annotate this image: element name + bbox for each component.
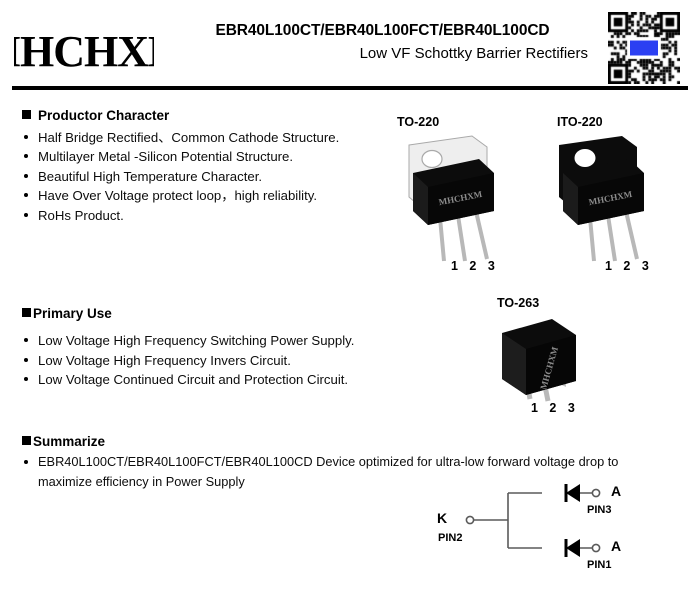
list-item: Multilayer Metal -Silicon Potential Stru… xyxy=(22,147,339,166)
circuit-label-cathode: K xyxy=(437,510,448,526)
diode-top-icon xyxy=(564,484,580,502)
list-item: RoHs Product. xyxy=(22,206,339,225)
list-item-text: Beautiful High Temperature Character. xyxy=(38,168,263,184)
bullet-square-icon xyxy=(22,436,31,445)
terminal-a-bottom-icon xyxy=(591,543,601,553)
qr-code-icon xyxy=(608,12,680,84)
character-list: Half Bridge Rectified、Common Cathode Str… xyxy=(22,128,339,225)
page-title: EBR40L100CT/EBR40L100FCT/EBR40L100CD xyxy=(215,22,550,39)
terminal-a-top-icon xyxy=(591,488,601,498)
primary-use-list: Low Voltage High Frequency Switching Pow… xyxy=(22,331,354,390)
package-label-to220: TO-220 xyxy=(397,115,440,129)
page-header: MHCHXM EBR40L100CT/EBR40L100FCT/EBR40L10… xyxy=(0,0,700,90)
list-item: Low Voltage High Frequency Switching Pow… xyxy=(22,331,354,351)
pin-numbers-to220: 1 2 3 xyxy=(451,259,499,273)
list-item: Beautiful High Temperature Character. xyxy=(22,167,339,186)
section-heading-summarize: Summarize xyxy=(22,434,105,449)
title-block: EBR40L100CT/EBR40L100FCT/EBR40L100CD Low… xyxy=(175,22,590,62)
list-item-text: Multilayer Metal -Silicon Potential Stru… xyxy=(38,149,294,165)
list-item-text: RoHs Product. xyxy=(38,207,124,223)
logo-mark: MHCHXM xyxy=(14,27,154,76)
logo-text: MHCHXM xyxy=(14,27,154,76)
package-label-to263: TO-263 xyxy=(497,296,540,310)
diode-bottom-icon xyxy=(564,539,580,557)
list-item-text: Low Voltage High Frequency Invers Circui… xyxy=(38,352,291,368)
package-drawing-to220: MHCHXM xyxy=(408,135,494,262)
terminal-k-icon xyxy=(465,515,475,525)
package-drawing-to263: MHCHXM xyxy=(502,319,576,402)
schematic-icon xyxy=(465,484,601,557)
circuit-pin-cathode: PIN2 xyxy=(438,532,463,544)
section-title-summarize: Summarize xyxy=(33,434,106,449)
list-item-text: Low Voltage High Frequency Switching Pow… xyxy=(38,333,355,348)
bullet-square-icon xyxy=(22,308,31,317)
bullet-square-icon xyxy=(22,110,31,119)
circuit-label-anode-top: A xyxy=(611,483,622,499)
circuit-diagram: K PIN2 A PIN3 A PIN1 xyxy=(430,482,680,592)
list-item-text: Have Over Voltage protect loop，high reli… xyxy=(38,188,318,204)
list-item: Have Over Voltage protect loop，high reli… xyxy=(22,186,339,205)
pin-numbers-to263: 1 2 3 xyxy=(531,401,579,415)
list-item-text: Half Bridge Rectified、Common Cathode Str… xyxy=(38,130,340,145)
company-logo: MHCHXM xyxy=(14,24,154,80)
page-subtitle: Low VF Schottky Barrier Rectifiers xyxy=(359,45,588,62)
list-item: Low Voltage Continued Circuit and Protec… xyxy=(22,370,354,390)
package-drawing-ito220: MHCHXM xyxy=(559,136,644,262)
circuit-label-anode-bottom: A xyxy=(611,538,622,554)
pin-numbers-ito220: 1 2 3 xyxy=(605,259,653,273)
package-label-ito220: ITO-220 xyxy=(557,115,603,129)
section-title-primary-use: Primary Use xyxy=(33,306,112,321)
header-divider xyxy=(12,86,688,90)
section-heading-primary-use: Primary Use xyxy=(22,306,112,321)
section-title-character: Productor Character xyxy=(38,108,170,123)
circuit-pin-anode-top: PIN3 xyxy=(587,504,612,516)
wires-icon xyxy=(473,492,593,549)
list-item: Half Bridge Rectified、Common Cathode Str… xyxy=(22,128,339,147)
list-item-text: Low Voltage Continued Circuit and Protec… xyxy=(38,372,349,388)
section-heading-character: Productor Character xyxy=(22,108,169,123)
list-item: Low Voltage High Frequency Invers Circui… xyxy=(22,351,354,371)
qr-center-logo-icon xyxy=(629,39,659,57)
circuit-pin-anode-bottom: PIN1 xyxy=(587,559,612,571)
